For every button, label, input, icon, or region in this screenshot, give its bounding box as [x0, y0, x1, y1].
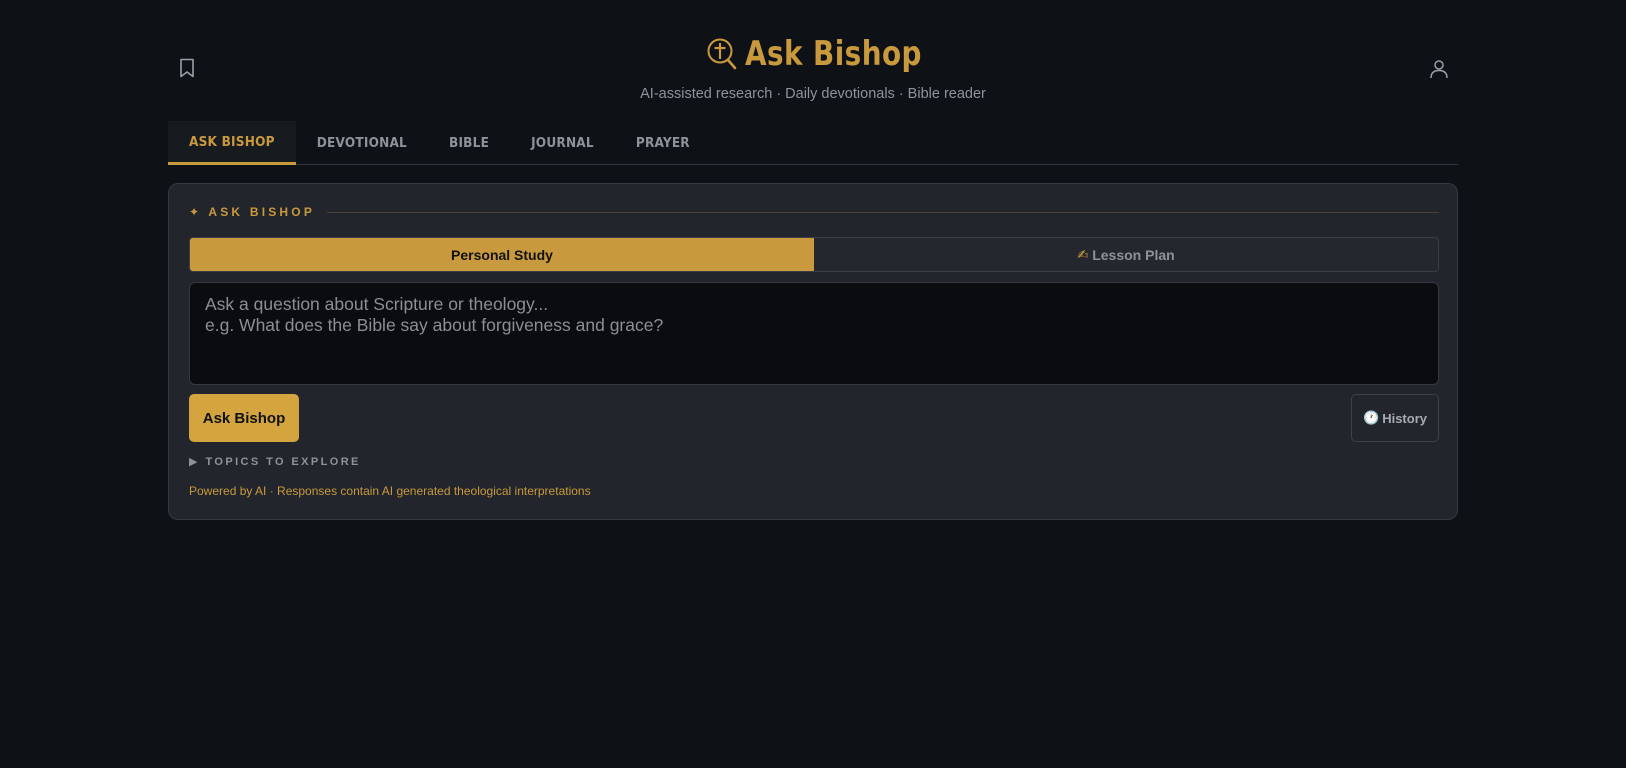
- section-label-text: ASK BISHOP: [208, 205, 316, 219]
- tab-ask-bishop[interactable]: Ask Bishop: [168, 121, 296, 165]
- cross-magnifier-icon: [707, 38, 736, 70]
- main-tabs: Ask Bishop Devotional Bible Journal Pray…: [168, 121, 1458, 165]
- section-divider: [327, 211, 1439, 213]
- topics-label: TOPICS TO EXPLORE: [205, 455, 361, 468]
- tab-bible[interactable]: Bible: [428, 121, 510, 164]
- card-header: ✦ ASK BISHOP: [189, 205, 1439, 219]
- ai-disclaimer: Powered by AI · Responses contain AI gen…: [189, 484, 591, 498]
- tab-journal[interactable]: Journal: [510, 121, 615, 164]
- writing-hand-icon: ✍: [1077, 246, 1089, 262]
- question-input[interactable]: [189, 282, 1439, 385]
- user-button[interactable]: [1426, 56, 1452, 82]
- app-title: Ask Bishop: [744, 34, 922, 74]
- user-icon: [1430, 60, 1448, 79]
- mode-lesson-plan-button[interactable]: ✍ Lesson Plan: [814, 238, 1438, 271]
- mode-personal-study-label: Personal Study: [451, 246, 553, 263]
- app-subtitle: AI-assisted research · Daily devotionals…: [640, 86, 986, 102]
- ask-bishop-button[interactable]: Ask Bishop: [189, 394, 299, 442]
- mode-toggle: Personal Study ✍ Lesson Plan: [189, 237, 1439, 272]
- clock-icon: 🕐: [1363, 410, 1380, 425]
- caret-right-icon: ▶: [189, 456, 198, 468]
- app-root: Ask Bishop AI-assisted research · Daily …: [0, 0, 1626, 768]
- ask-card: ✦ ASK BISHOP Personal Study ✍ Lesson Pla…: [168, 183, 1458, 520]
- section-label: ✦ ASK BISHOP: [189, 205, 315, 219]
- sparkle-icon: ✦: [189, 205, 203, 219]
- mode-personal-study-button[interactable]: Personal Study: [190, 238, 814, 271]
- tab-prayer[interactable]: Prayer: [615, 121, 711, 164]
- tab-devotional[interactable]: Devotional: [296, 121, 428, 164]
- mode-lesson-plan-label: Lesson Plan: [1092, 246, 1175, 263]
- topics-toggle[interactable]: ▶ TOPICS TO EXPLORE: [189, 455, 361, 469]
- history-label: History: [1382, 410, 1427, 426]
- brand: Ask Bishop: [0, 34, 1626, 74]
- history-button[interactable]: 🕐 History: [1351, 394, 1439, 442]
